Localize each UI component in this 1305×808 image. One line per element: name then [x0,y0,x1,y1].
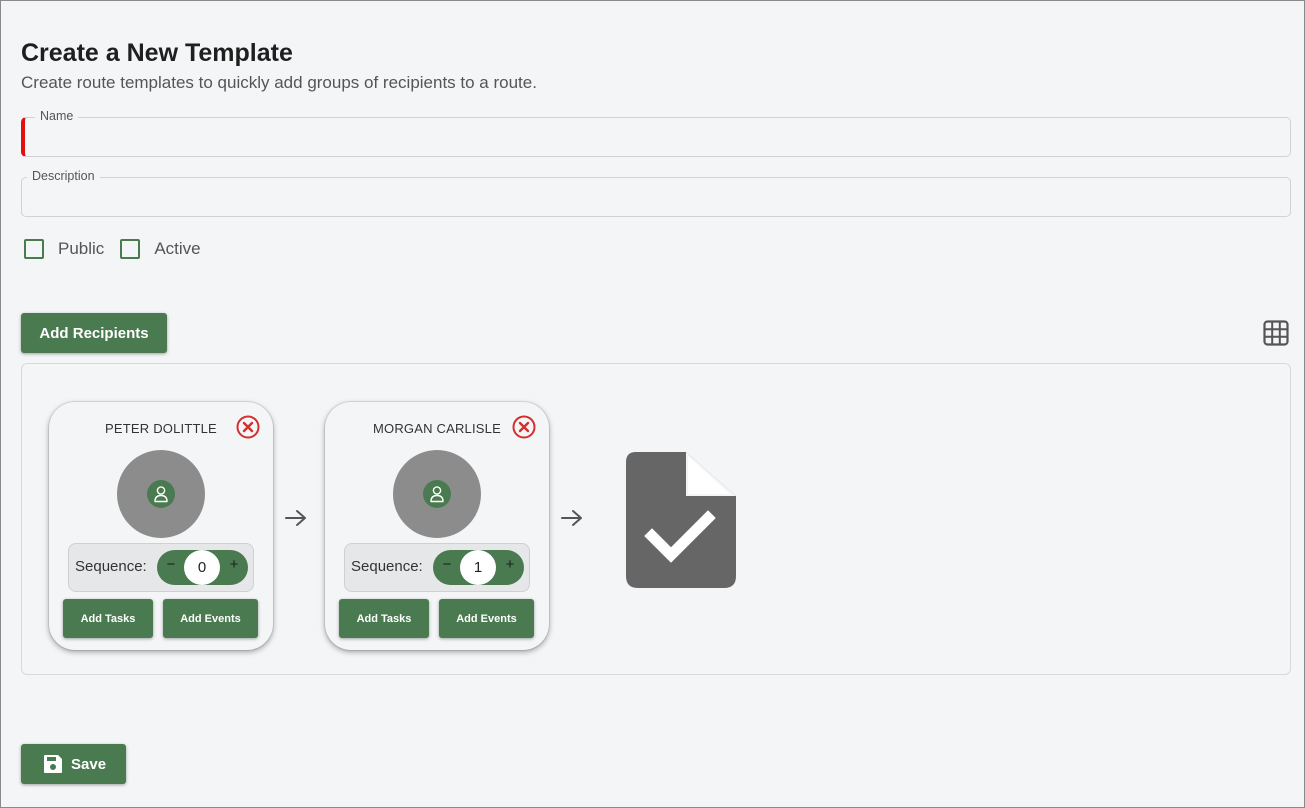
sequence-value[interactable]: 1 [460,550,496,585]
name-field[interactable]: Name [21,109,1291,157]
recipient-card: MORGAN CARLISLE Sequence: − 1 + Add Task… [325,402,549,650]
name-input[interactable] [25,118,1290,156]
sequence-stepper: − 1 + [433,550,524,585]
add-recipients-button[interactable]: Add Recipients [21,313,167,353]
arrow-right-icon [561,510,582,526]
active-checkbox[interactable] [120,239,141,259]
add-events-button[interactable]: Add Events [439,599,534,638]
sequence-increment-button[interactable]: + [224,556,244,578]
sequence-decrement-button[interactable]: − [161,556,181,578]
sequence-increment-button[interactable]: + [500,556,520,578]
sequence-value[interactable]: 0 [184,550,220,585]
add-events-button[interactable]: Add Events [163,599,258,638]
remove-recipient-icon[interactable] [236,415,260,439]
avatar [117,450,205,538]
save-icon [44,755,62,773]
sequence-decrement-button[interactable]: − [437,556,457,578]
description-field[interactable]: Description [21,169,1291,217]
sequence-label: Sequence: [351,558,423,575]
recipients-panel: PETER DOLITTLE Sequence: − 0 + Add Tasks… [21,363,1291,675]
sequence-box: Sequence: − 1 + [344,543,530,592]
sequence-stepper: − 0 + [157,550,248,585]
sequence-label: Sequence: [75,558,147,575]
description-input[interactable] [22,178,1290,216]
public-checkbox[interactable] [24,239,44,259]
add-tasks-button[interactable]: Add Tasks [63,599,153,638]
checkbox-group: Public Active [24,239,217,259]
add-tasks-button[interactable]: Add Tasks [339,599,429,638]
page-title: Create a New Template [21,39,293,67]
person-icon [423,480,451,508]
person-icon [147,480,175,508]
sequence-box: Sequence: − 0 + [68,543,254,592]
remove-recipient-icon[interactable] [512,415,536,439]
arrow-right-icon [285,510,306,526]
save-button[interactable]: Save [21,744,126,784]
save-button-label: Save [71,755,107,773]
active-checkbox-label[interactable]: Active [154,239,200,259]
public-checkbox-label[interactable]: Public [58,239,104,259]
recipient-card: PETER DOLITTLE Sequence: − 0 + Add Tasks… [49,402,273,650]
document-check-icon [626,452,736,588]
page-subtitle: Create route templates to quickly add gr… [21,73,537,92]
grid-view-icon[interactable] [1263,320,1289,346]
avatar [393,450,481,538]
